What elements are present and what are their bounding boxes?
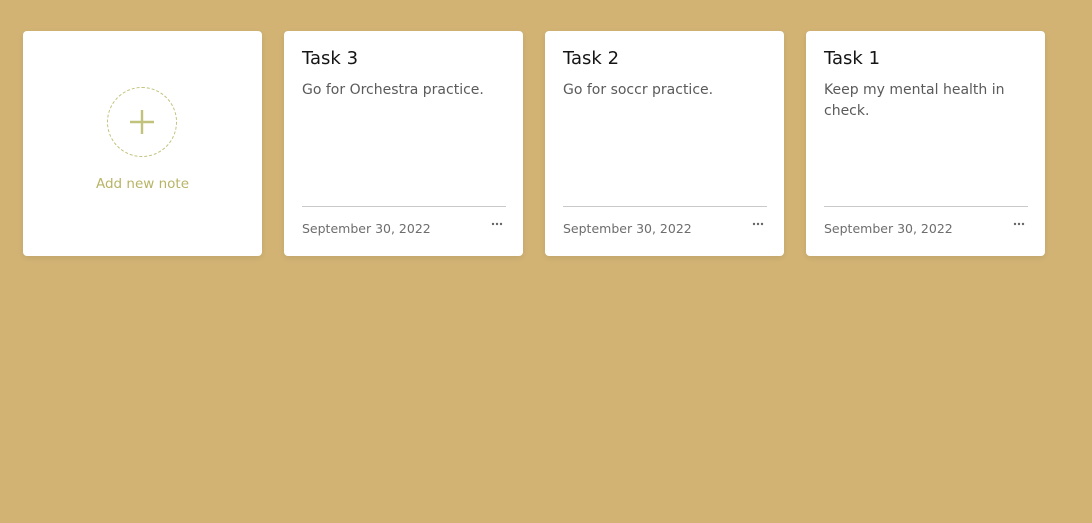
note-card: Task 2 Go for soccr practice. September … [545, 31, 784, 256]
note-divider [302, 206, 506, 207]
note-title: Task 2 [563, 48, 620, 69]
note-divider [563, 206, 767, 207]
note-date: September 30, 2022 [563, 221, 692, 236]
note-title: Task 1 [824, 48, 881, 69]
note-description: Keep my mental health in check. [824, 82, 1005, 119]
note-description: Go for soccr practice. [563, 82, 714, 98]
add-note-label[interactable]: Add new note [23, 176, 262, 192]
note-date: September 30, 2022 [824, 221, 953, 236]
add-note-card[interactable]: Add new note [23, 31, 262, 256]
note-date: September 30, 2022 [302, 221, 431, 236]
add-note-circle[interactable] [107, 87, 177, 157]
notes-wrapper: Add new note Task 3 Go for Orchestra pra… [23, 31, 1045, 256]
plus-icon [130, 110, 154, 134]
note-description: Go for Orchestra practice. [302, 82, 484, 98]
more-horizontal-icon[interactable] [750, 217, 766, 231]
note-card: Task 1 Keep my mental health in check. S… [806, 31, 1045, 256]
note-title: Task 3 [302, 48, 359, 69]
note-divider [824, 206, 1028, 207]
note-card: Task 3 Go for Orchestra practice. Septem… [284, 31, 523, 256]
more-horizontal-icon[interactable] [489, 217, 505, 231]
more-horizontal-icon[interactable] [1011, 217, 1027, 231]
